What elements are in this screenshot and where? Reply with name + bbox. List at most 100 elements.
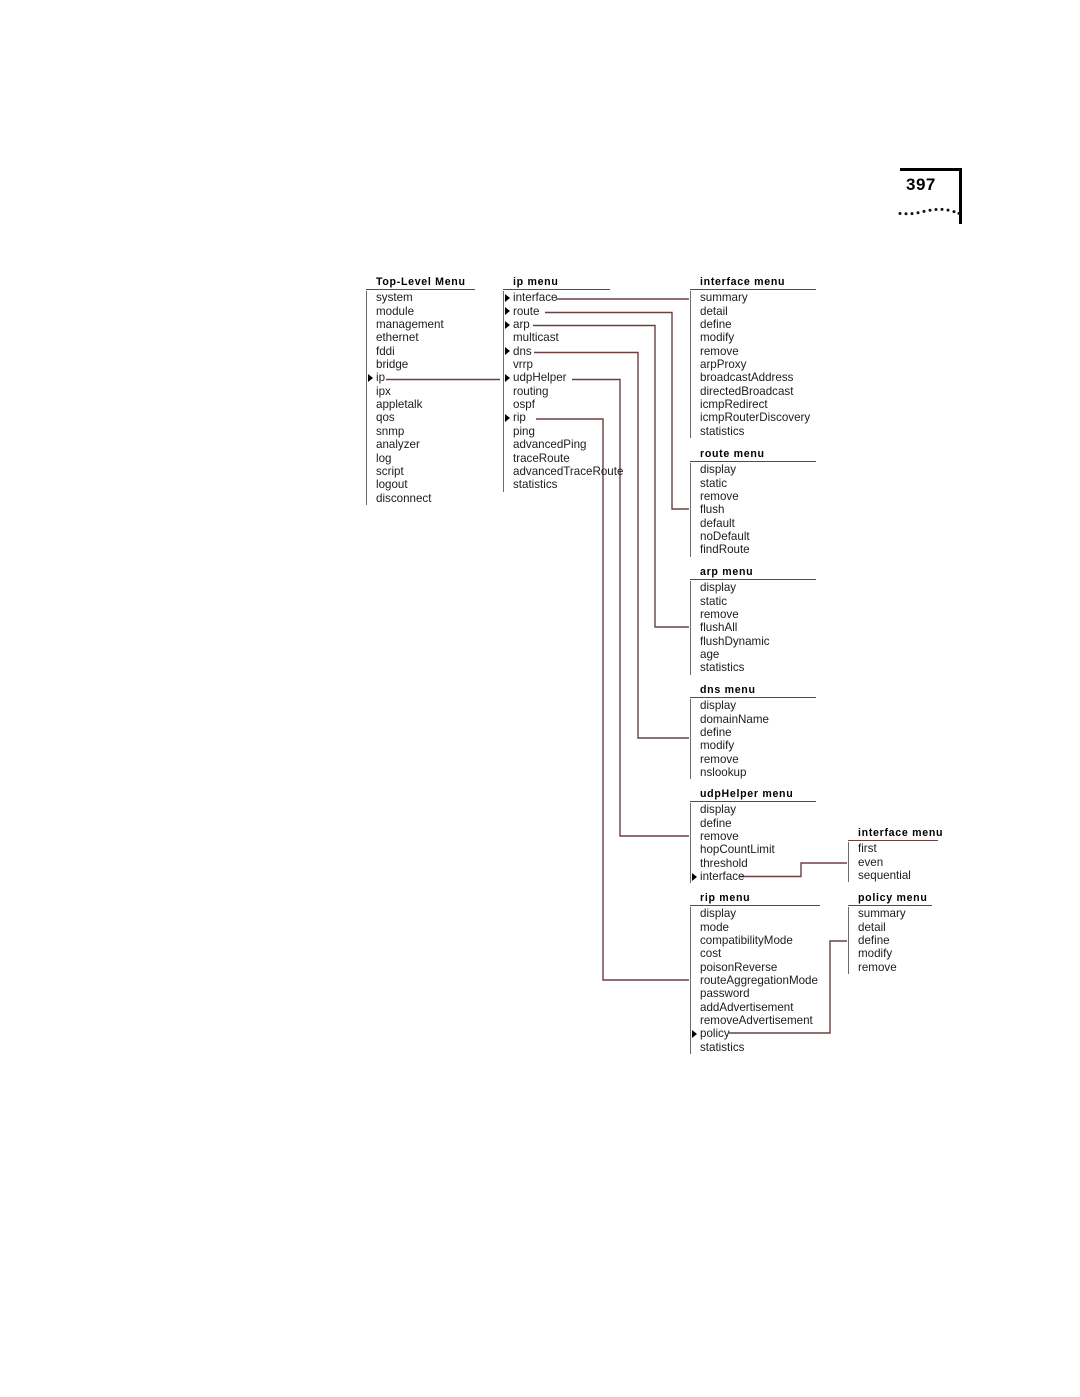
menu-item-label: icmpRedirect xyxy=(700,398,768,412)
menu-item[interactable]: statistics xyxy=(513,478,623,491)
menu-item[interactable]: routeAggregationMode xyxy=(700,974,820,987)
menu-item[interactable]: icmpRouterDiscovery xyxy=(700,411,816,424)
menu-item[interactable]: define xyxy=(700,318,816,331)
menu-item[interactable]: domainName xyxy=(700,713,816,726)
menu-item[interactable]: arp xyxy=(505,318,623,331)
menu-item-label: vrrp xyxy=(513,358,533,372)
menu-item[interactable]: define xyxy=(700,817,816,830)
menu-item[interactable]: remove xyxy=(700,490,816,503)
menu-item-label: policy xyxy=(700,1027,730,1041)
menu-item-label: hopCountLimit xyxy=(700,843,775,857)
menu-item[interactable]: analyzer xyxy=(376,438,475,451)
menu-item[interactable]: statistics xyxy=(700,1041,820,1054)
menu-item[interactable]: modify xyxy=(858,947,932,960)
menu-item-label: display xyxy=(700,463,737,477)
menu-item-label: snmp xyxy=(376,424,405,438)
menu-item-label: poisonReverse xyxy=(700,960,778,974)
menu-item[interactable]: icmpRedirect xyxy=(700,398,816,411)
menu-item[interactable]: define xyxy=(858,934,932,947)
menu-item[interactable]: advancedTraceRoute xyxy=(513,465,623,478)
menu-item[interactable]: module xyxy=(376,305,475,318)
menu-item[interactable]: display xyxy=(700,803,816,816)
menu-item[interactable]: first xyxy=(858,842,943,855)
menu-item[interactable]: fddi xyxy=(376,345,475,358)
menu-item[interactable]: poisonReverse xyxy=(700,961,820,974)
menu-item[interactable]: ip xyxy=(368,371,475,384)
menu-item[interactable]: even xyxy=(858,856,943,869)
menu-item[interactable]: display xyxy=(700,699,816,712)
menu-item[interactable]: display xyxy=(700,907,820,920)
menu-item[interactable]: remove xyxy=(700,753,816,766)
menu-item[interactable]: script xyxy=(376,465,475,478)
menu-item[interactable]: nslookup xyxy=(700,766,816,779)
menu-item[interactable]: dns xyxy=(505,345,623,358)
menu-item[interactable]: flushDynamic xyxy=(700,635,816,648)
menu-item[interactable]: summary xyxy=(700,291,816,304)
menu-item[interactable]: remove xyxy=(700,345,816,358)
menu-item[interactable]: addAdvertisement xyxy=(700,1001,820,1014)
menu-item[interactable]: flushAll xyxy=(700,621,816,634)
menu-item[interactable]: remove xyxy=(858,961,932,974)
menu-item[interactable]: display xyxy=(700,463,816,476)
menu-item[interactable]: interface xyxy=(692,870,816,883)
menu-item[interactable]: static xyxy=(700,595,816,608)
menu-item[interactable]: management xyxy=(376,318,475,331)
menu-item[interactable]: qos xyxy=(376,411,475,424)
menu-item[interactable]: define xyxy=(700,726,816,739)
menu-item[interactable]: traceRoute xyxy=(513,452,623,465)
menu-item[interactable]: ping xyxy=(513,425,623,438)
menu-item[interactable]: modify xyxy=(700,739,816,752)
menu-item-label: static xyxy=(700,594,728,608)
menu-item[interactable]: directedBroadcast xyxy=(700,385,816,398)
menu-item[interactable]: ipx xyxy=(376,385,475,398)
menu-item[interactable]: broadcastAddress xyxy=(700,371,816,384)
menu-item[interactable]: disconnect xyxy=(376,492,475,505)
menu-item[interactable]: udpHelper xyxy=(505,371,623,384)
menu-item[interactable]: flush xyxy=(700,503,816,516)
menu-item[interactable]: log xyxy=(376,452,475,465)
menu-item[interactable]: threshold xyxy=(700,857,816,870)
menu-item[interactable]: cost xyxy=(700,947,820,960)
menu-items-dns: display domainName define modify remove nsloo… xyxy=(690,699,816,780)
menu-title-arp: arp menu xyxy=(700,566,754,578)
menu-item[interactable]: vrrp xyxy=(513,358,623,371)
menu-item[interactable]: advancedPing xyxy=(513,438,623,451)
menu-item[interactable]: noDefault xyxy=(700,530,816,543)
menu-item-label: interface xyxy=(513,291,558,305)
menu-item[interactable]: ospf xyxy=(513,398,623,411)
menu-item[interactable]: detail xyxy=(700,305,816,318)
menu-item[interactable]: rip xyxy=(505,411,623,424)
menu-item[interactable]: logout xyxy=(376,478,475,491)
menu-item[interactable]: routing xyxy=(513,385,623,398)
menu-item[interactable]: password xyxy=(700,987,820,1000)
menu-item[interactable]: display xyxy=(700,581,816,594)
menu-item[interactable]: findRoute xyxy=(700,543,816,556)
menu-item[interactable]: statistics xyxy=(700,661,816,674)
menu-item[interactable]: multicast xyxy=(513,331,623,344)
menu-item[interactable]: bridge xyxy=(376,358,475,371)
menu-block-top-level: Top-Level Menu system module management ethe… xyxy=(366,276,475,505)
menu-item[interactable]: arpProxy xyxy=(700,358,816,371)
menu-item[interactable]: statistics xyxy=(700,425,816,438)
menu-item[interactable]: interface xyxy=(505,291,623,305)
menu-item[interactable]: mode xyxy=(700,921,820,934)
menu-item[interactable]: removeAdvertisement xyxy=(700,1014,820,1027)
menu-item[interactable]: appletalk xyxy=(376,398,475,411)
menu-item[interactable]: remove xyxy=(700,608,816,621)
menu-item[interactable]: detail xyxy=(858,921,932,934)
menu-item[interactable]: age xyxy=(700,648,816,661)
menu-item[interactable]: static xyxy=(700,477,816,490)
menu-item[interactable]: sequential xyxy=(858,869,943,882)
menu-item[interactable]: summary xyxy=(858,907,932,920)
menu-item-label: statistics xyxy=(513,478,558,492)
menu-item[interactable]: modify xyxy=(700,331,816,344)
menu-item[interactable]: snmp xyxy=(376,425,475,438)
menu-item[interactable]: hopCountLimit xyxy=(700,843,816,856)
menu-item[interactable]: policy xyxy=(692,1027,820,1041)
menu-item[interactable]: ethernet xyxy=(376,331,475,344)
menu-item[interactable]: default xyxy=(700,517,816,530)
menu-item[interactable]: compatibilityMode xyxy=(700,934,820,947)
menu-item[interactable]: route xyxy=(505,305,623,318)
menu-item[interactable]: remove xyxy=(700,830,816,843)
menu-item[interactable]: system xyxy=(376,291,475,304)
